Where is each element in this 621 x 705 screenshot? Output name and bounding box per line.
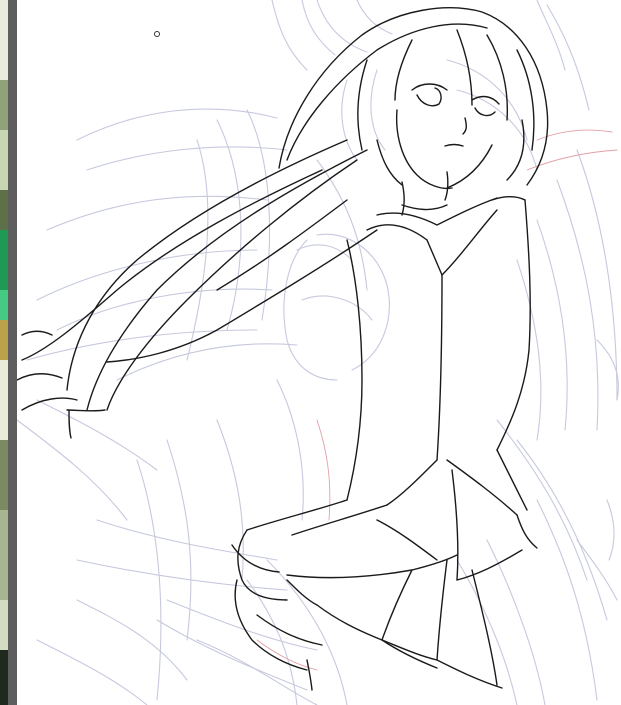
strip-band [0, 0, 8, 80]
strip-band [0, 230, 8, 290]
strip-band [0, 600, 8, 650]
background-window-strip [0, 0, 8, 705]
strip-band [0, 510, 8, 600]
brush-circle-icon [154, 31, 160, 37]
strip-band [0, 360, 8, 440]
lineart-layer [17, 7, 549, 691]
sketch-artwork [17, 0, 619, 705]
strip-band [0, 290, 8, 320]
reference-red-layer [256, 129, 618, 671]
strip-band [0, 190, 8, 230]
strip-band [0, 440, 8, 510]
strip-band [0, 650, 8, 705]
strip-band [0, 80, 8, 130]
drawing-canvas[interactable] [17, 0, 621, 705]
strip-band [0, 130, 8, 190]
canvas-gutter [8, 0, 17, 705]
strip-band [0, 320, 8, 360]
